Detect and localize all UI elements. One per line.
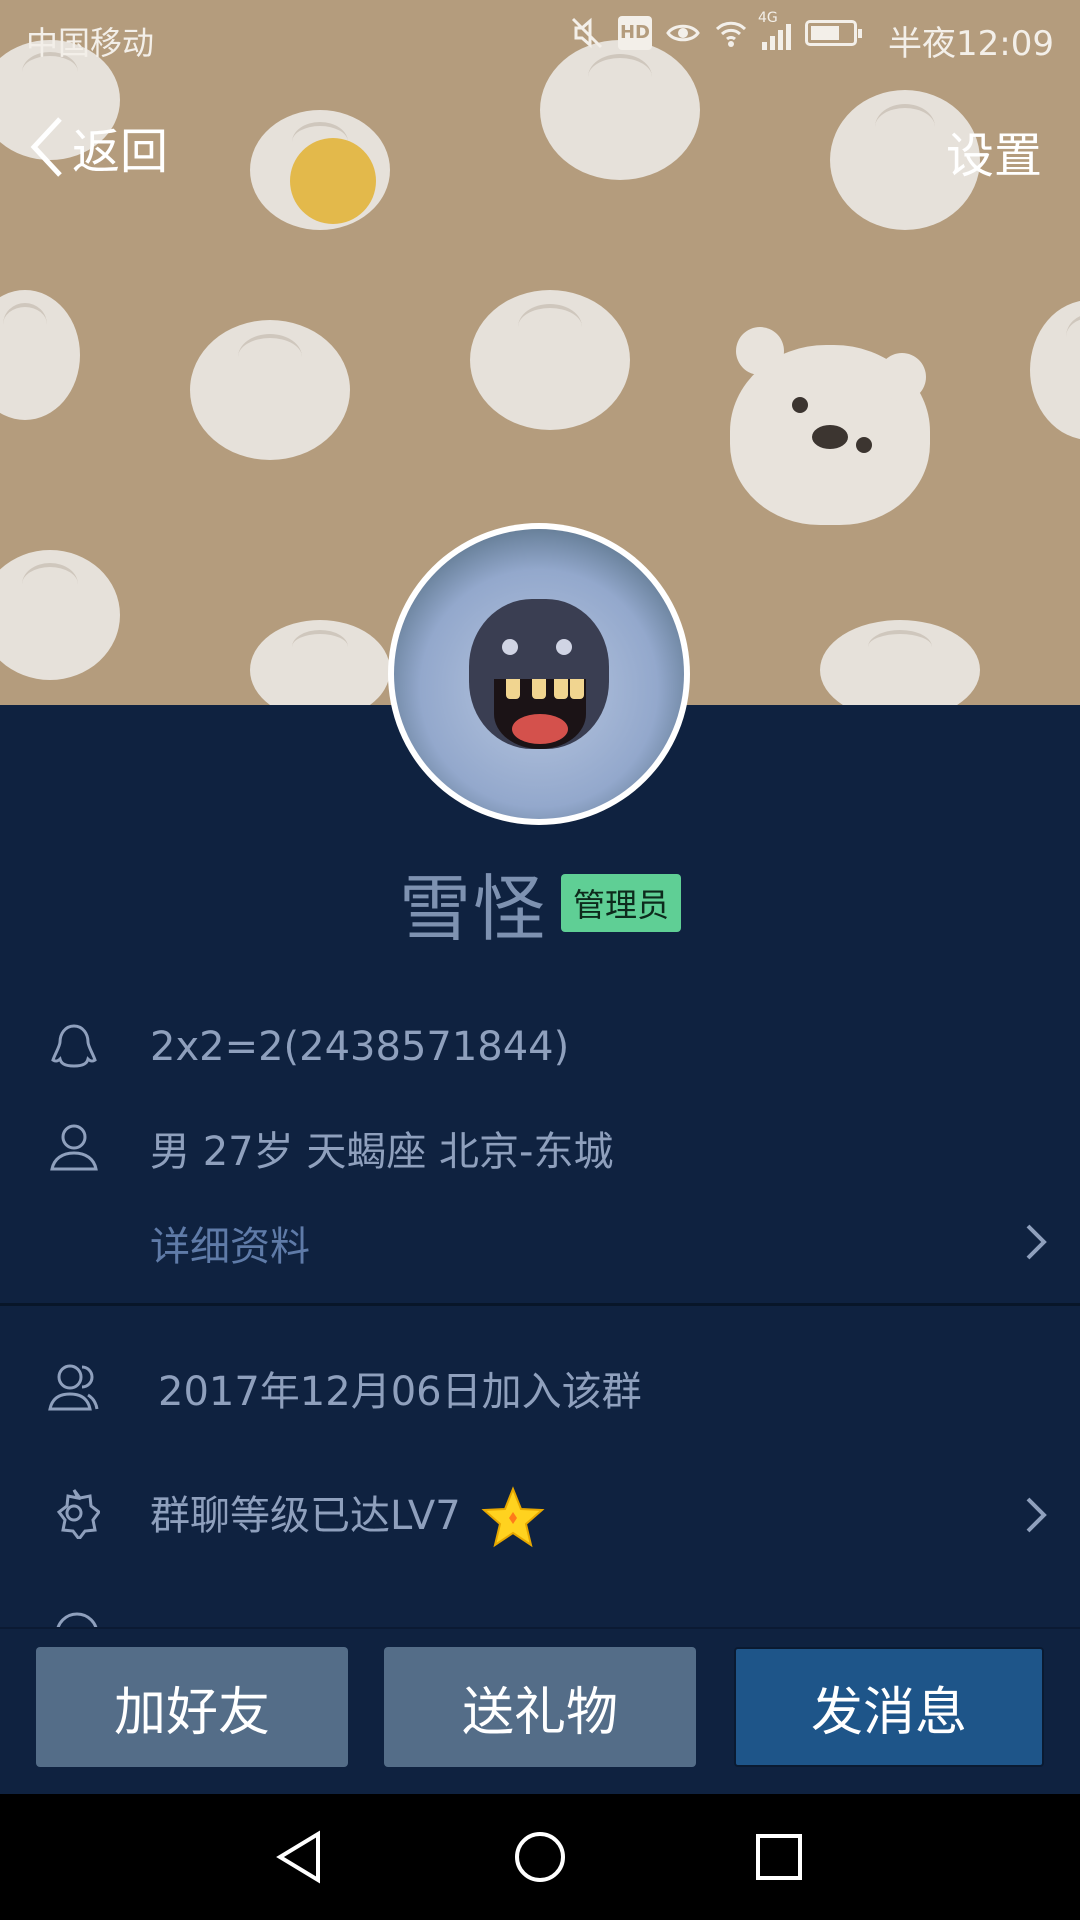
personal-details: 男 27岁 天蝎座 北京-东城 (150, 1129, 614, 1175)
carrier-name: 中国移动 (26, 24, 155, 62)
add-friend-button[interactable]: 加好友 (36, 1647, 348, 1767)
wifi-icon (715, 21, 747, 47)
status-bar: 中国移动 HD 4G 半夜12:09 (0, 0, 1080, 76)
personal-details-row: 男 27岁 天蝎座 北京-东城 (0, 1115, 1080, 1185)
qq-number-row: 2x2=2(2438571844) (0, 1020, 1080, 1090)
send-message-button[interactable]: 发消息 (734, 1647, 1044, 1767)
back-button[interactable]: 返回 (28, 112, 168, 182)
person-icon (50, 1124, 98, 1171)
gear-star-icon (56, 1489, 100, 1539)
join-date-row: 2017年12月06日加入该群 (0, 1355, 1080, 1425)
circle-icon (56, 1612, 98, 1627)
detailed-profile-link[interactable]: 详细资料 (0, 1210, 1080, 1280)
network-type-label: 4G (758, 10, 778, 26)
role-badge: 管理员 (561, 873, 682, 932)
chevron-right-icon (1026, 1497, 1047, 1533)
nav-home-icon[interactable] (507, 1824, 573, 1890)
chevron-right-icon (1026, 1224, 1047, 1260)
name-row: 雪怪 管理员 (0, 850, 1080, 955)
action-bar: 加好友 送礼物 发消息 (0, 1627, 1080, 1796)
qq-number: 2x2=2(2438571844) (150, 1024, 570, 1070)
chevron-left-icon (30, 117, 62, 177)
nav-recents-icon[interactable] (746, 1824, 812, 1890)
hd-icon: HD (618, 16, 652, 50)
eye-icon (666, 24, 700, 42)
group-member-icon (48, 1364, 99, 1411)
username: 雪怪 (398, 867, 547, 951)
back-label: 返回 (72, 124, 169, 180)
join-date: 2017年12月06日加入该群 (158, 1369, 642, 1415)
penguin-icon (51, 1024, 97, 1068)
section-divider (0, 1303, 1080, 1306)
bear-illustration (730, 327, 930, 525)
clipped-row (0, 1605, 1080, 1627)
group-level: 群聊等级已达LV7 (150, 1493, 461, 1539)
group-level-text-wrap: 群聊等级已达LV7 (150, 1483, 545, 1550)
mute-icon (571, 17, 603, 49)
group-level-row[interactable]: 群聊等级已达LV7 (0, 1475, 1080, 1555)
status-icons: HD 4G (570, 10, 862, 50)
battery-icon (805, 20, 862, 46)
signal-icon: 4G (758, 10, 791, 50)
nav-back-icon[interactable] (268, 1824, 334, 1890)
settings-button[interactable]: 设置 (946, 116, 1042, 186)
detailed-profile-label: 详细资料 (150, 1224, 310, 1270)
star-icon (481, 1486, 545, 1548)
send-gift-button[interactable]: 送礼物 (384, 1647, 696, 1767)
clock: 半夜12:09 (888, 24, 1054, 64)
system-navigation-bar (0, 1794, 1080, 1920)
avatar[interactable] (388, 523, 690, 825)
